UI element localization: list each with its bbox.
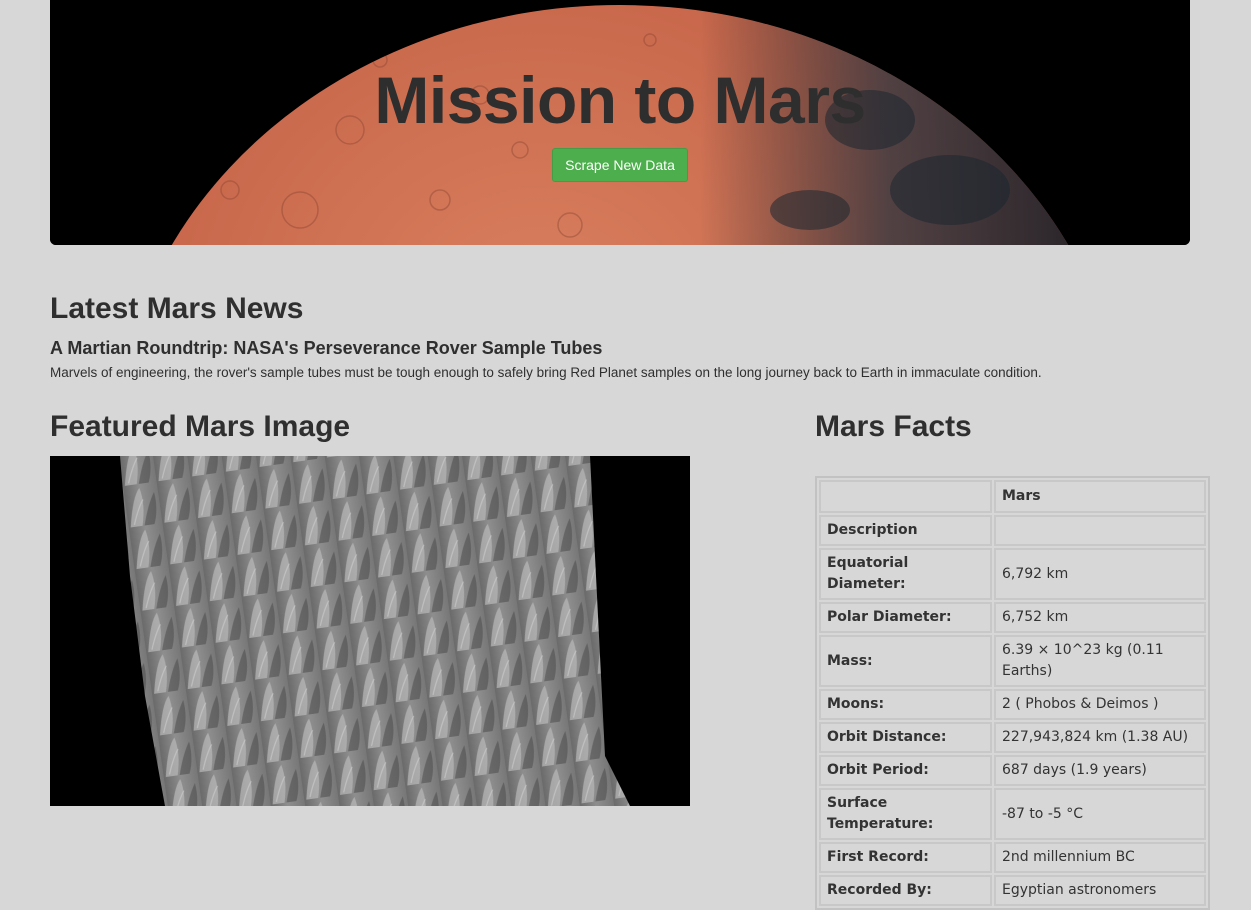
table-row: Mass: 6.39 × 10^23 kg (0.11 Earths) (819, 635, 1206, 687)
news-section-heading: Latest Mars News (50, 292, 304, 325)
mars-facts-table: Mars Description Equatorial Diameter: 6,79… (815, 476, 1210, 910)
table-row: Equatorial Diameter: 6,792 km (819, 548, 1206, 600)
fact-label: Orbit Distance: (819, 722, 992, 753)
facts-header-row: Mars (819, 480, 1206, 513)
scrape-new-data-button[interactable]: Scrape New Data (552, 148, 688, 182)
facts-section-heading: Mars Facts (815, 410, 972, 443)
hero-banner: Mission to Mars Scrape New Data (50, 0, 1190, 245)
page-title: Mission to Mars (374, 63, 866, 137)
fact-label: First Record: (819, 842, 992, 873)
fact-value (994, 515, 1206, 546)
fact-value: 227,943,824 km (1.38 AU) (994, 722, 1206, 753)
table-row: Surface Temperature: -87 to -5 °C (819, 788, 1206, 840)
fact-label: Moons: (819, 689, 992, 720)
table-row: Orbit Period: 687 days (1.9 years) (819, 755, 1206, 786)
table-row: Description (819, 515, 1206, 546)
fact-label: Recorded By: (819, 875, 992, 906)
featured-mars-image (50, 456, 690, 806)
table-row: Recorded By: Egyptian astronomers (819, 875, 1206, 906)
table-row: Polar Diameter: 6,752 km (819, 602, 1206, 633)
fact-value: 6,792 km (994, 548, 1206, 600)
fact-value: 2nd millennium BC (994, 842, 1206, 873)
news-paragraph: Marvels of engineering, the rover's samp… (50, 365, 1042, 380)
table-row: First Record: 2nd millennium BC (819, 842, 1206, 873)
fact-label: Orbit Period: (819, 755, 992, 786)
fact-label: Equatorial Diameter: (819, 548, 992, 600)
fact-label: Surface Temperature: (819, 788, 992, 840)
fact-label: Mass: (819, 635, 992, 687)
fact-value: 687 days (1.9 years) (994, 755, 1206, 786)
news-title: A Martian Roundtrip: NASA's Perseverance… (50, 338, 603, 358)
fact-label: Description (819, 515, 992, 546)
table-row: Moons: 2 ( Phobos & Deimos ) (819, 689, 1206, 720)
facts-header-blank (819, 480, 992, 513)
fact-value: 6,752 km (994, 602, 1206, 633)
fact-value: Egyptian astronomers (994, 875, 1206, 906)
featured-image-heading: Featured Mars Image (50, 410, 351, 443)
fact-value: 2 ( Phobos & Deimos ) (994, 689, 1206, 720)
facts-table-container: Mars Description Equatorial Diameter: 6,79… (815, 476, 1210, 910)
fact-value: -87 to -5 °C (994, 788, 1206, 840)
fact-label: Polar Diameter: (819, 602, 992, 633)
facts-column-header: Mars (994, 480, 1206, 513)
table-row: Orbit Distance: 227,943,824 km (1.38 AU) (819, 722, 1206, 753)
dune-field-image (50, 456, 690, 806)
fact-value: 6.39 × 10^23 kg (0.11 Earths) (994, 635, 1206, 687)
